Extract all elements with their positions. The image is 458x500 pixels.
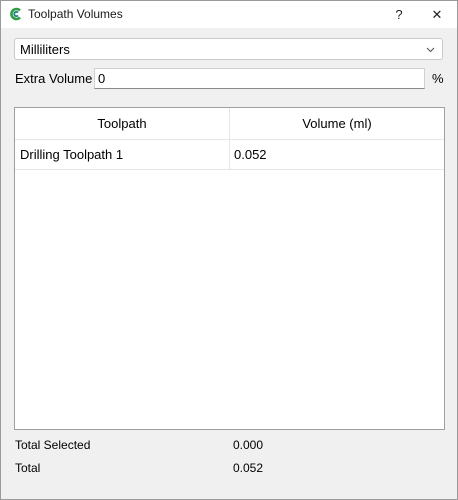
extra-volume-input[interactable]: [94, 68, 425, 89]
total-selected-value: 0.000: [233, 438, 264, 452]
column-header-volume[interactable]: Volume (ml): [230, 108, 444, 140]
toolpath-volume-table: Toolpath Volume (ml) Drilling Toolpath 1…: [14, 107, 445, 430]
total-value: 0.052: [233, 461, 264, 475]
close-icon: ✕: [431, 6, 443, 22]
percent-unit-label: %: [432, 71, 444, 86]
app-logo-icon: [10, 7, 21, 21]
table-row[interactable]: Drilling Toolpath 1 0.052: [15, 140, 444, 170]
toolpath-volumes-dialog: Toolpath Volumes ? ✕ Milliliters Extra V…: [0, 0, 458, 500]
help-button[interactable]: ?: [381, 1, 417, 28]
total-label: Total: [15, 461, 41, 475]
toolpath-name-cell[interactable]: Drilling Toolpath 1: [15, 140, 230, 169]
toolpath-volume-cell[interactable]: 0.052: [230, 140, 444, 169]
total-selected-label: Total Selected: [15, 438, 91, 452]
unit-dropdown-value: Milliliters: [20, 42, 70, 57]
title-bar[interactable]: Toolpath Volumes ? ✕: [1, 1, 457, 28]
unit-dropdown[interactable]: Milliliters: [14, 38, 443, 60]
column-header-toolpath[interactable]: Toolpath: [15, 108, 230, 140]
extra-volume-label: Extra Volume: [15, 71, 93, 86]
window-title: Toolpath Volumes: [28, 7, 123, 21]
help-icon: ?: [395, 7, 403, 22]
close-button[interactable]: ✕: [419, 1, 455, 28]
chevron-down-icon: [426, 47, 435, 53]
